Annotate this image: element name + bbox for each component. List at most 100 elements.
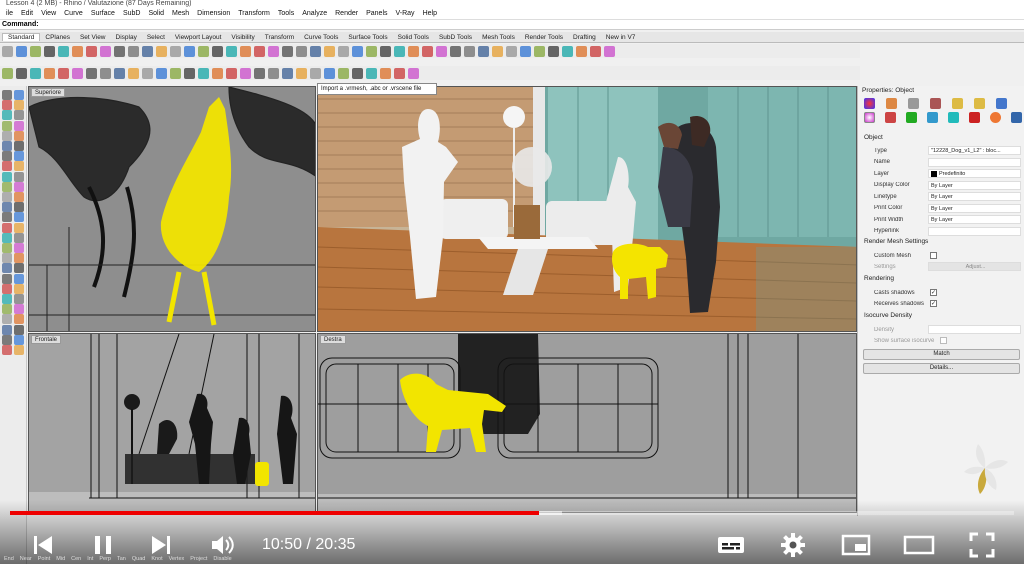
menu-item-4[interactable]: Surface	[87, 10, 119, 17]
menu-item-3[interactable]: Curve	[60, 10, 87, 17]
osnap-11[interactable]: Project	[190, 556, 207, 562]
sidebar-tool-icon-22-1[interactable]	[14, 314, 24, 325]
sidebar-tool-icon-13-1[interactable]	[14, 222, 24, 233]
subtitles-button[interactable]	[716, 530, 746, 560]
toolbar-tab-1[interactable]: CPlanes	[40, 34, 75, 41]
progress-played[interactable]	[10, 511, 540, 515]
menu-item-9[interactable]: Transform	[234, 10, 274, 17]
render-tool-icon-4[interactable]	[58, 67, 69, 79]
standard-tool-icon-32[interactable]	[450, 45, 461, 57]
standard-tool-icon-17[interactable]	[240, 45, 251, 57]
osnap-3[interactable]: Mid	[56, 556, 65, 562]
standard-tool-icon-26[interactable]	[366, 45, 377, 57]
menu-item-14[interactable]: V-Ray	[392, 10, 419, 17]
sidebar-tool-icon-17-1[interactable]	[14, 263, 24, 274]
miniplayer-button[interactable]	[840, 530, 872, 560]
details-button[interactable]: Details...	[863, 363, 1020, 374]
sidebar-tool-icon-16-0[interactable]	[2, 253, 12, 264]
render-tool-icon-10[interactable]	[142, 67, 153, 79]
sidebar-tool-icon-14-1[interactable]	[14, 232, 24, 243]
sidebar-tool-icon-15-1[interactable]	[14, 243, 24, 253]
render-tool-icon-28[interactable]	[394, 67, 405, 79]
sidebar-tool-icon-21-1[interactable]	[14, 304, 24, 315]
standard-tool-icon-18[interactable]	[254, 45, 265, 57]
standard-tool-icon-13[interactable]	[184, 45, 195, 57]
red-cube-icon[interactable]	[969, 111, 980, 123]
standard-tool-icon-3[interactable]	[44, 45, 55, 57]
render-tool-icon-8[interactable]	[114, 67, 125, 79]
material-tab-icon[interactable]	[885, 111, 896, 123]
green-cube-icon[interactable]	[906, 111, 917, 123]
toolbar-tab-11[interactable]: SubD Tools	[434, 34, 477, 41]
toolbar-tab-13[interactable]: Render Tools	[520, 34, 568, 41]
toolbar-tab-4[interactable]: Select	[142, 34, 170, 41]
property-value[interactable]	[928, 157, 1021, 167]
menu-item-10[interactable]: Tools	[274, 10, 298, 17]
menu-item-15[interactable]: Help	[419, 10, 441, 17]
sidebar-tool-icon-6-0[interactable]	[2, 151, 12, 162]
standard-tool-icon-2[interactable]	[30, 45, 41, 57]
sidebar-tool-icon-25-1[interactable]	[14, 345, 24, 355]
property-value[interactable]: "12228_Dog_v1_L2" : bloc...	[928, 146, 1021, 155]
standard-tool-icon-24[interactable]	[338, 45, 349, 57]
render-tool-icon-16[interactable]	[226, 67, 237, 79]
render-tool-icon-26[interactable]	[366, 67, 377, 79]
sidebar-tool-icon-24-1[interactable]	[14, 334, 24, 345]
standard-tool-icon-42[interactable]	[590, 45, 601, 57]
fullscreen-button[interactable]	[966, 530, 998, 560]
standard-tool-icon-27[interactable]	[380, 45, 391, 57]
standard-tool-icon-20[interactable]	[282, 45, 293, 57]
sidebar-tool-icon-20-0[interactable]	[2, 294, 12, 304]
menu-item-6[interactable]: Solid	[144, 10, 168, 17]
standard-tool-icon-21[interactable]	[296, 45, 307, 57]
render-tool-icon-15[interactable]	[212, 67, 223, 79]
sidebar-tool-icon-4-1[interactable]	[14, 130, 24, 141]
sidebar-tool-icon-5-1[interactable]	[14, 141, 24, 151]
render-tool-icon-24[interactable]	[338, 67, 349, 79]
render-tool-icon-21[interactable]	[296, 67, 307, 79]
standard-tool-icon-15[interactable]	[212, 45, 223, 57]
toolbar-tab-12[interactable]: Mesh Tools	[477, 34, 520, 41]
folder-icon[interactable]	[952, 97, 963, 109]
theater-mode-button[interactable]	[902, 530, 936, 560]
sidebar-tool-icon-24-0[interactable]	[2, 334, 12, 345]
render-tool-icon-25[interactable]	[352, 67, 363, 79]
render-tool-icon-27[interactable]	[380, 67, 391, 79]
standard-tool-icon-8[interactable]	[114, 45, 125, 57]
render-tool-icon-1[interactable]	[16, 67, 27, 79]
standard-tool-icon-29[interactable]	[408, 45, 419, 57]
standard-tool-icon-33[interactable]	[464, 45, 475, 57]
standard-tool-icon-30[interactable]	[422, 45, 433, 57]
standard-tool-icon-11[interactable]	[156, 45, 167, 57]
render-tool-icon-0[interactable]	[2, 67, 13, 79]
property-value[interactable]: By Layer	[928, 192, 1021, 201]
shield-icon[interactable]	[1011, 111, 1022, 123]
standard-tool-icon-6[interactable]	[86, 45, 97, 57]
property-value[interactable]: Predefinito	[928, 169, 1021, 178]
sidebar-tool-icon-15-0[interactable]	[2, 243, 12, 253]
standard-tool-icon-19[interactable]	[268, 45, 279, 57]
property-value[interactable]: By Layer	[928, 203, 1021, 213]
teal-cube-icon[interactable]	[948, 111, 959, 123]
menu-item-0[interactable]: ile	[2, 10, 17, 17]
sidebar-tool-icon-20-1[interactable]	[14, 294, 24, 304]
sidebar-tool-icon-0-0[interactable]	[2, 90, 12, 100]
brush-icon[interactable]	[930, 97, 941, 109]
sidebar-tool-icon-11-1[interactable]	[14, 202, 24, 213]
sidebar-tool-icon-9-1[interactable]	[14, 181, 24, 192]
render-tool-icon-19[interactable]	[268, 67, 279, 79]
previous-button[interactable]	[30, 530, 56, 560]
render-tool-icon-29[interactable]	[408, 67, 419, 79]
menu-item-2[interactable]: View	[37, 10, 60, 17]
render-tool-icon-17[interactable]	[240, 67, 251, 79]
toolbar-tab-10[interactable]: Solid Tools	[393, 34, 434, 41]
monitor-icon[interactable]	[996, 97, 1007, 109]
standard-tool-icon-14[interactable]	[198, 45, 209, 57]
standard-tool-icon-9[interactable]	[128, 45, 139, 57]
toolbar-tab-5[interactable]: Viewport Layout	[170, 34, 227, 41]
volume-button[interactable]	[208, 530, 238, 560]
standard-tool-icon-0[interactable]	[2, 45, 13, 57]
sidebar-tool-icon-23-1[interactable]	[14, 324, 24, 335]
render-tool-icon-6[interactable]	[86, 67, 97, 79]
material-icon[interactable]	[864, 97, 875, 109]
